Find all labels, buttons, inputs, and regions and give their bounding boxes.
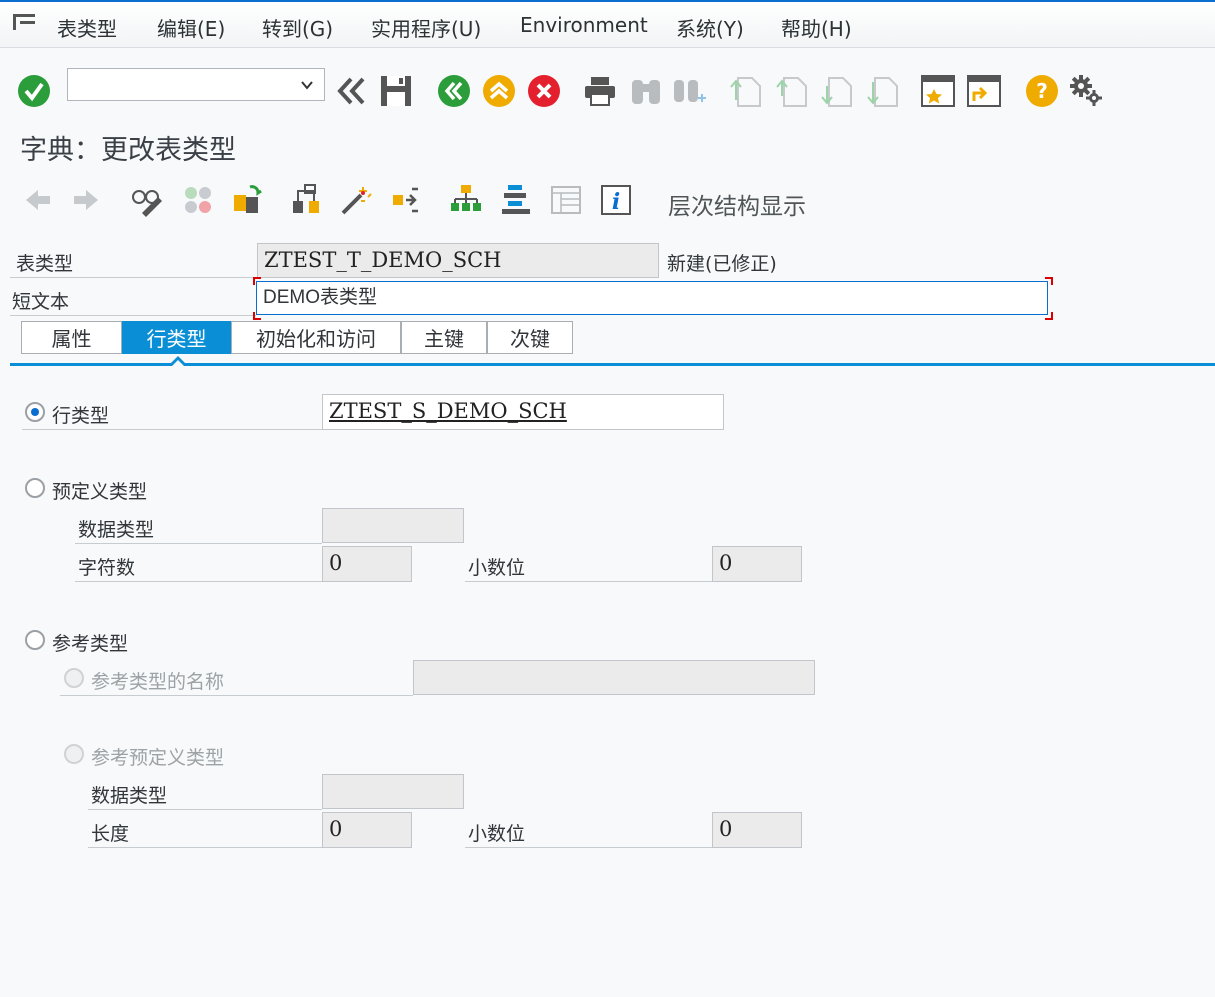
other-object-icon[interactable] bbox=[180, 182, 216, 218]
chars-field: 0 bbox=[322, 546, 412, 582]
tab-init-access[interactable]: 初始化和访问 bbox=[231, 321, 401, 354]
last-page-icon bbox=[866, 73, 902, 109]
ref-decimals-field: 0 bbox=[712, 812, 802, 848]
menu-edit[interactable]: 编辑(E) bbox=[157, 13, 225, 42]
short-text-underline bbox=[10, 315, 256, 316]
length-underline bbox=[88, 847, 322, 848]
row-type-radio[interactable] bbox=[25, 402, 45, 422]
table-type-field: ZTEST_T_DEMO_SCH bbox=[257, 243, 659, 278]
hierarchy-icon[interactable] bbox=[448, 182, 484, 218]
menu-environment[interactable]: Environment bbox=[520, 13, 648, 37]
status-text: 新建(已修正) bbox=[667, 253, 777, 275]
ref-predef-label: 参考预定义类型 bbox=[91, 747, 225, 769]
focus-corner-tr bbox=[1045, 277, 1053, 285]
arrow-left-icon bbox=[20, 182, 56, 218]
ref-type-name-label: 参考类型的名称 bbox=[91, 671, 225, 693]
focus-corner-br bbox=[1045, 312, 1053, 320]
table-type-underline bbox=[10, 277, 256, 278]
ref-predef-radio bbox=[64, 744, 84, 764]
info-icon[interactable]: i bbox=[598, 182, 634, 218]
previous-page-icon bbox=[775, 73, 811, 109]
data-type-label: 数据类型 bbox=[78, 519, 155, 541]
page-title: 字典：更改表类型 bbox=[20, 135, 236, 166]
cancel-icon[interactable] bbox=[526, 73, 562, 109]
menu-table-type[interactable]: 表类型 bbox=[57, 13, 117, 42]
predefined-type-label: 预定义类型 bbox=[52, 481, 148, 503]
length-label: 长度 bbox=[91, 823, 130, 845]
ref-decimals-label: 小数位 bbox=[468, 823, 526, 845]
length-field: 0 bbox=[322, 812, 412, 848]
ref-data-type-underline bbox=[88, 809, 322, 810]
ref-type-name-field bbox=[413, 660, 815, 695]
display-change-icon[interactable] bbox=[129, 182, 165, 218]
table-view-icon bbox=[548, 182, 584, 218]
print-icon[interactable] bbox=[582, 73, 618, 109]
find-icon bbox=[628, 73, 664, 109]
data-type-underline bbox=[75, 543, 322, 544]
short-text-input[interactable]: DEMO表类型 bbox=[256, 281, 1048, 315]
tab-secondary-key[interactable]: 次键 bbox=[487, 321, 573, 354]
help-icon[interactable]: ? bbox=[1024, 73, 1060, 109]
menu-goto[interactable]: 转到(G) bbox=[262, 13, 333, 42]
focus-corner-tl bbox=[253, 277, 261, 285]
ref-type-label: 参考类型 bbox=[52, 633, 129, 655]
where-used-icon[interactable] bbox=[288, 182, 324, 218]
chevron-down-icon[interactable] bbox=[300, 77, 314, 96]
menu-bar: 表类型 编辑(E) 转到(G) 实用程序(U) Environment 系统(Y… bbox=[0, 0, 1215, 48]
save-icon[interactable] bbox=[378, 73, 414, 109]
predefined-type-radio[interactable] bbox=[25, 478, 45, 498]
tab-row-type[interactable]: 行类型 bbox=[122, 321, 231, 354]
chars-label: 字符数 bbox=[78, 557, 136, 579]
row-type-underline bbox=[22, 429, 322, 430]
settings-icon[interactable] bbox=[1068, 73, 1104, 109]
ref-decimals-underline bbox=[465, 847, 712, 848]
tab-strip-rule bbox=[10, 363, 1215, 366]
magic-wand-icon[interactable] bbox=[338, 182, 374, 218]
shortcut-icon[interactable] bbox=[966, 73, 1002, 109]
menu-system[interactable]: 系统(Y) bbox=[676, 13, 744, 42]
navigation-icon[interactable] bbox=[389, 182, 425, 218]
next-page-icon bbox=[820, 73, 856, 109]
chars-underline bbox=[75, 581, 322, 582]
find-next-icon bbox=[671, 73, 707, 109]
svg-text:i: i bbox=[612, 189, 620, 215]
ref-data-type-label: 数据类型 bbox=[91, 785, 168, 807]
exit-icon[interactable] bbox=[481, 73, 517, 109]
ref-type-radio[interactable] bbox=[25, 630, 45, 650]
structure-icon[interactable] bbox=[498, 182, 534, 218]
decimals-field: 0 bbox=[712, 546, 802, 582]
focus-corner-bl bbox=[253, 312, 261, 320]
svg-text:?: ? bbox=[1036, 79, 1048, 103]
short-text-label: 短文本 bbox=[12, 291, 70, 313]
activate-icon[interactable] bbox=[229, 182, 265, 218]
green-back-icon[interactable] bbox=[436, 73, 472, 109]
tab-attributes[interactable]: 属性 bbox=[21, 321, 122, 354]
tab-primary-key[interactable]: 主键 bbox=[401, 321, 487, 354]
menu-help[interactable]: 帮助(H) bbox=[781, 13, 852, 42]
arrow-right-icon bbox=[68, 182, 104, 218]
tab-pointer-inner bbox=[172, 360, 184, 366]
back-double-icon[interactable] bbox=[333, 73, 369, 109]
decimals-underline bbox=[465, 581, 712, 582]
create-session-icon[interactable] bbox=[920, 73, 956, 109]
ref-type-name-underline bbox=[60, 695, 413, 696]
row-type-label: 行类型 bbox=[52, 405, 110, 427]
command-field[interactable] bbox=[67, 68, 325, 101]
hierarchy-display-button[interactable]: 层次结构显示 bbox=[668, 187, 806, 221]
ref-type-name-radio bbox=[64, 668, 84, 688]
enter-icon[interactable] bbox=[16, 73, 52, 109]
row-type-input[interactable]: ZTEST_S_DEMO_SCH bbox=[322, 394, 724, 430]
decimals-label: 小数位 bbox=[468, 557, 526, 579]
data-type-field bbox=[322, 508, 464, 543]
ref-data-type-field bbox=[322, 774, 464, 809]
table-type-label: 表类型 bbox=[16, 253, 74, 275]
first-page-icon bbox=[729, 73, 765, 109]
menu-utilities[interactable]: 实用程序(U) bbox=[371, 13, 481, 42]
menu-icon[interactable] bbox=[12, 12, 38, 38]
